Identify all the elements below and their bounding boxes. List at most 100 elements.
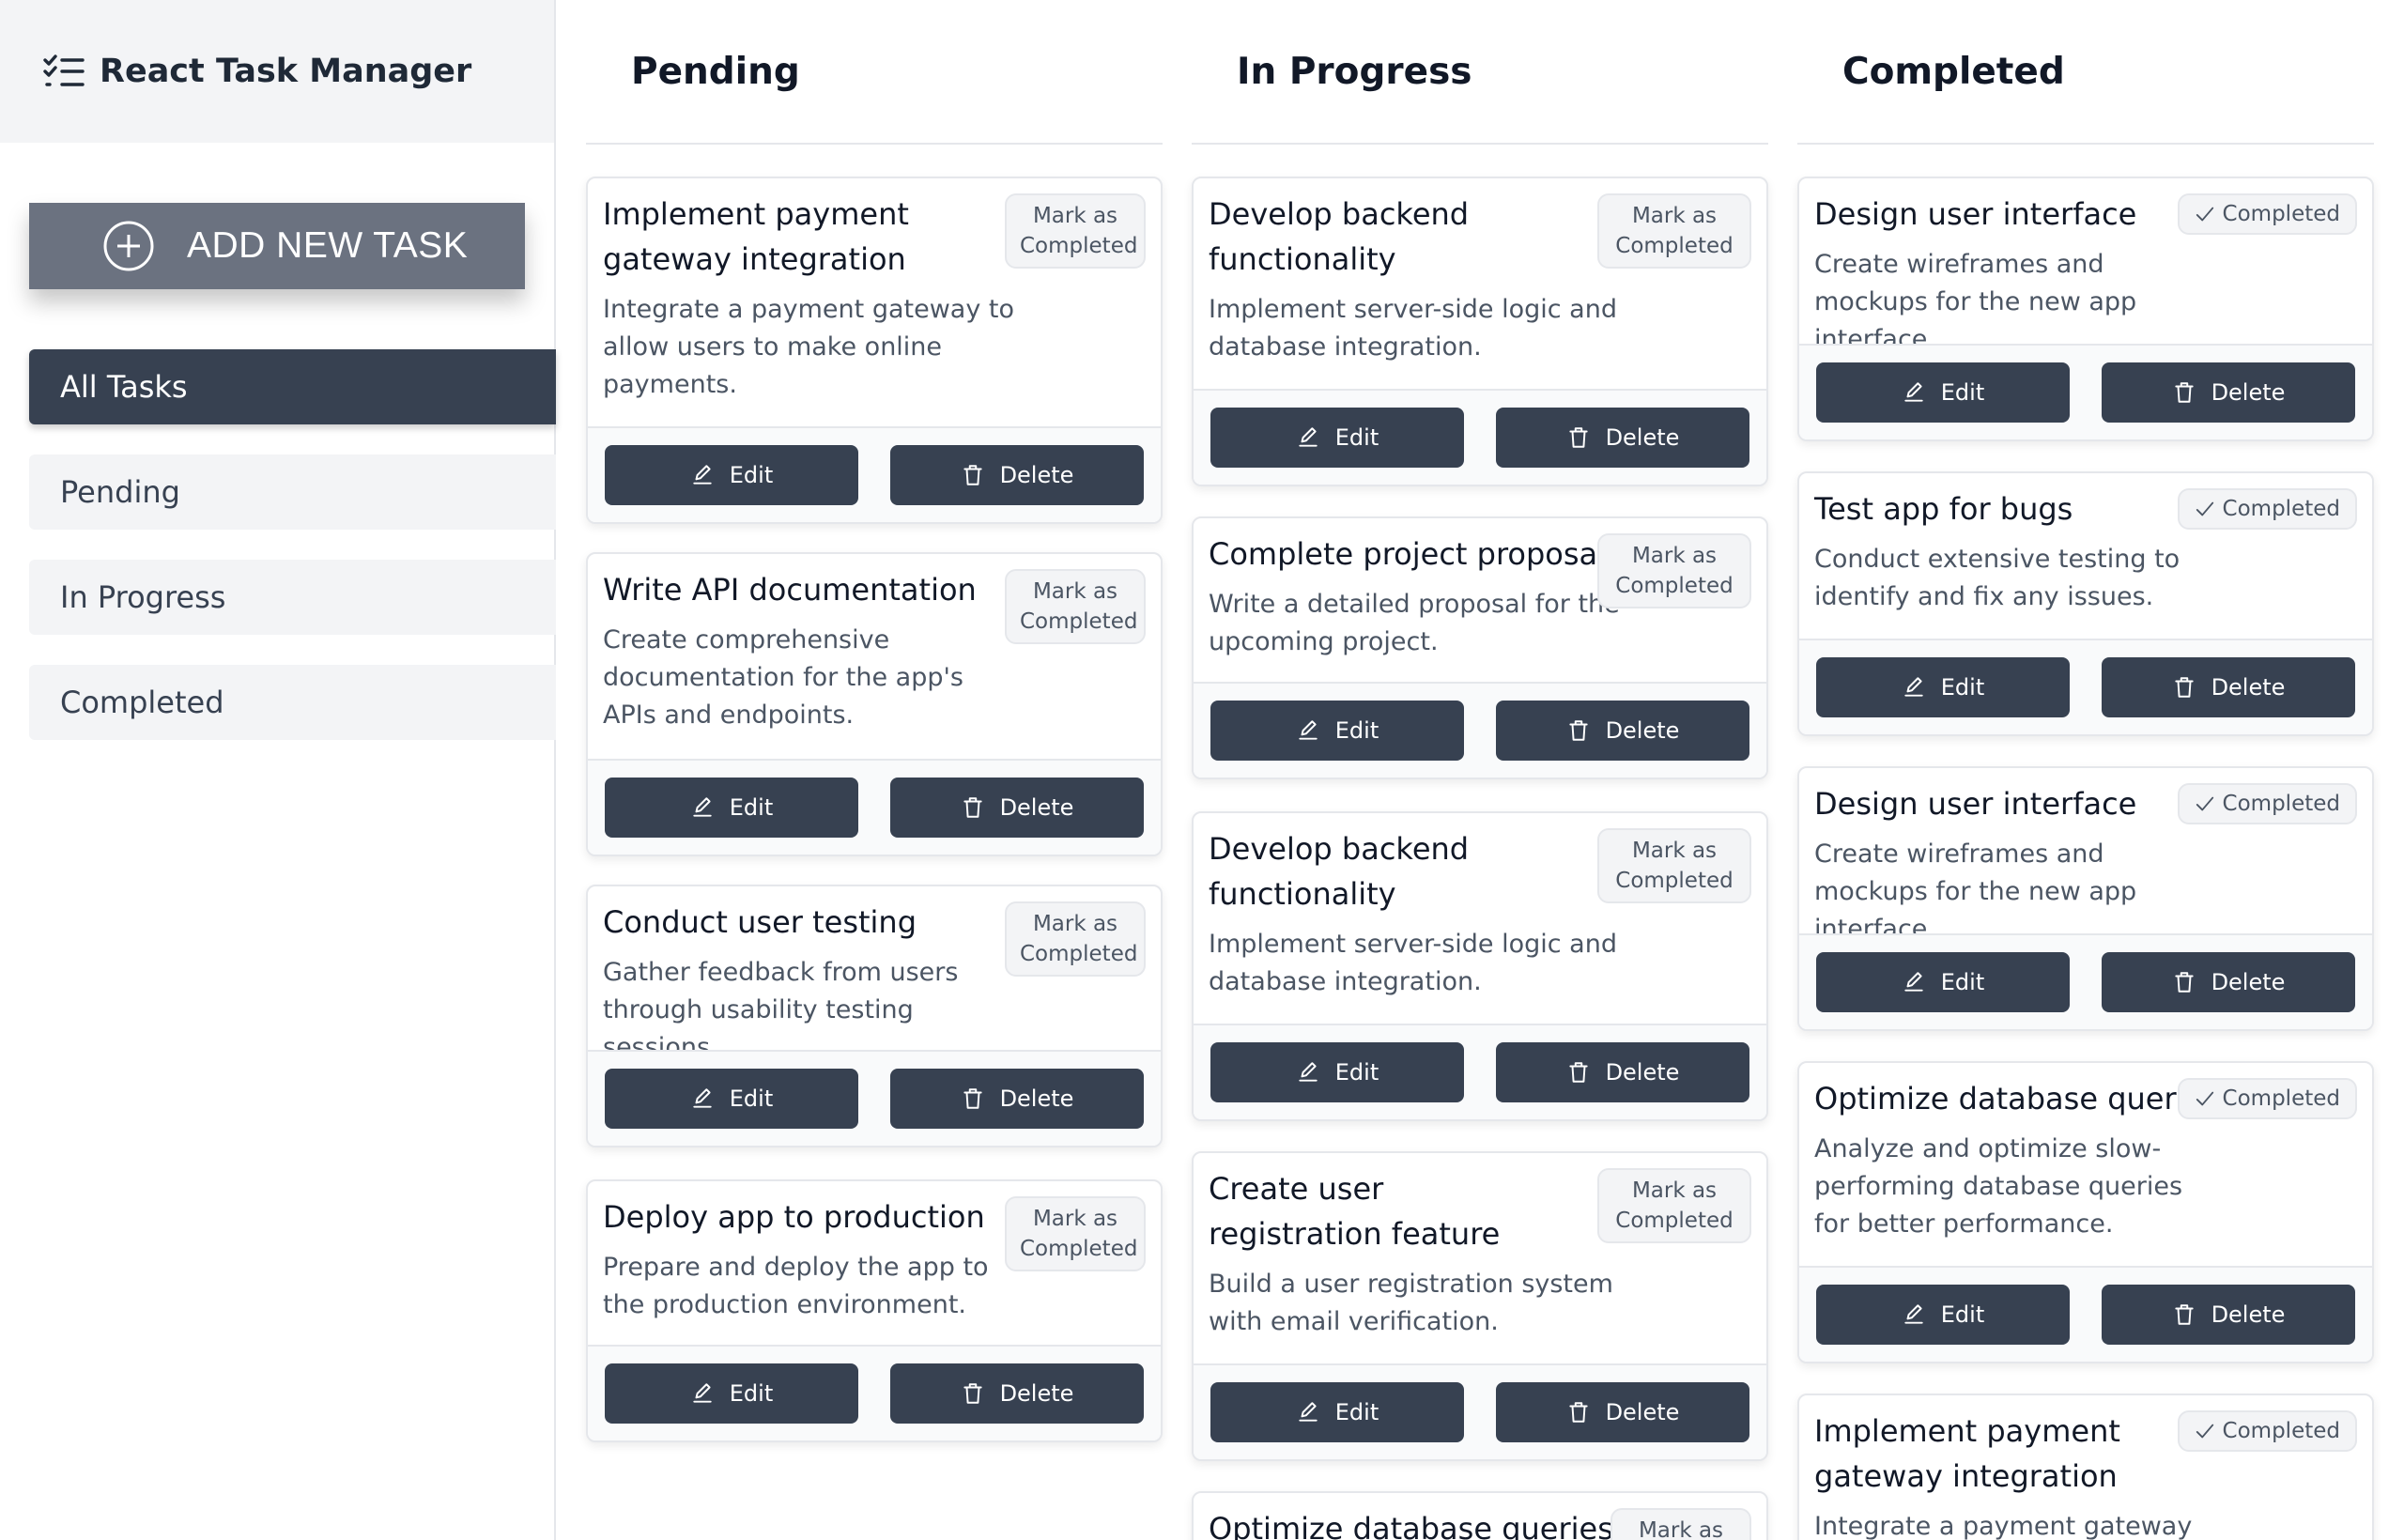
trash-icon: [2174, 382, 2194, 403]
delete-button[interactable]: Delete: [1496, 1382, 1749, 1442]
mark-completed-button[interactable]: Mark as Completed: [1005, 569, 1146, 644]
task-actions: Edit Delete: [1799, 1266, 2372, 1362]
pencil-icon: [1904, 677, 1923, 697]
task-description: Integrate a payment gateway to allow use…: [603, 295, 1014, 399]
task-title: Design user interface: [1814, 786, 2137, 822]
task-actions: Edit Delete: [1194, 1363, 1766, 1459]
column-header: Pending: [586, 0, 1163, 145]
trash-icon: [2174, 677, 2194, 698]
delete-button[interactable]: Delete: [1496, 408, 1749, 468]
edit-button[interactable]: Edit: [1816, 362, 2070, 423]
column-title: Completed: [1842, 50, 2065, 93]
check-icon: [2196, 501, 2213, 516]
nav-item-label: Completed: [60, 685, 224, 720]
pencil-icon: [693, 1383, 712, 1403]
task-title: Develop backend functionality: [1209, 196, 1470, 277]
edit-label: Edit: [1334, 1399, 1379, 1425]
task-title: Optimize database queries: [1209, 1511, 1613, 1540]
delete-button[interactable]: Delete: [2102, 362, 2355, 423]
edit-button[interactable]: Edit: [605, 778, 858, 838]
delete-button[interactable]: Delete: [2102, 952, 2355, 1012]
edit-button[interactable]: Edit: [1210, 701, 1464, 761]
task-actions: Edit Delete: [588, 759, 1161, 855]
delete-label: Delete: [999, 1380, 1074, 1407]
edit-button[interactable]: Edit: [1816, 1285, 2070, 1345]
mark-completed-button[interactable]: Mark as Completed: [1610, 1508, 1751, 1540]
delete-label: Delete: [1605, 1399, 1680, 1425]
delete-label: Delete: [1605, 424, 1680, 451]
task-actions: Edit Delete: [588, 1345, 1161, 1440]
delete-label: Delete: [999, 462, 1074, 488]
pencil-icon: [1299, 1062, 1318, 1082]
task-actions: Edit Delete: [588, 426, 1161, 522]
trash-icon: [1568, 427, 1588, 448]
task-description: Write a detailed proposal for the upcomi…: [1209, 590, 1620, 656]
task-title: Implement payment gateway integration: [603, 196, 909, 277]
mark-completed-button[interactable]: Mark as Completed: [1597, 533, 1751, 608]
completed-column: Completed Design user interface Create w…: [1797, 0, 2374, 1540]
plus-circle-icon: [103, 221, 154, 271]
edit-button[interactable]: Edit: [1210, 408, 1464, 468]
task-title: Deploy app to production: [603, 1199, 985, 1235]
edit-button[interactable]: Edit: [1210, 1382, 1464, 1442]
nav-item-completed[interactable]: Completed: [29, 665, 556, 740]
nav-item-all-tasks[interactable]: All Tasks: [29, 349, 556, 424]
in-progress-column: In Progress Develop backend functionalit…: [1192, 0, 1768, 1540]
edit-label: Edit: [1334, 1059, 1379, 1086]
delete-button[interactable]: Delete: [890, 1069, 1144, 1129]
pencil-icon: [1299, 427, 1318, 447]
completed-label: Completed: [2222, 1419, 2340, 1443]
task-description: Implement server-side logic and database…: [1209, 295, 1617, 362]
edit-button[interactable]: Edit: [605, 445, 858, 505]
edit-label: Edit: [729, 794, 774, 821]
mark-completed-button[interactable]: Mark as Completed: [1597, 193, 1751, 269]
edit-button[interactable]: Edit: [1816, 657, 2070, 717]
delete-label: Delete: [2211, 1301, 2286, 1328]
edit-button[interactable]: Edit: [1816, 952, 2070, 1012]
delete-button[interactable]: Delete: [890, 1363, 1144, 1424]
mark-completed-button[interactable]: Mark as Completed: [1005, 901, 1146, 977]
add-new-task-label: ADD NEW TASK: [187, 225, 469, 266]
mark-completed-button[interactable]: Mark as Completed: [1597, 1168, 1751, 1243]
completed-label: Completed: [2222, 792, 2340, 816]
mark-completed-button[interactable]: Mark as Completed: [1597, 828, 1751, 903]
delete-label: Delete: [999, 1086, 1074, 1112]
trash-icon: [1568, 720, 1588, 741]
task-card: Implement payment gateway integration In…: [1797, 1394, 2374, 1540]
task-actions: Edit Delete: [1799, 344, 2372, 439]
trash-icon: [2174, 1304, 2194, 1325]
task-card: Complete project proposal Write a detail…: [1192, 516, 1768, 779]
completed-label: Completed: [2222, 1086, 2340, 1111]
nav-item-in-progress[interactable]: In Progress: [29, 560, 556, 635]
edit-button[interactable]: Edit: [1210, 1042, 1464, 1102]
delete-label: Delete: [999, 794, 1074, 821]
mark-completed-button[interactable]: Mark as Completed: [1005, 1196, 1146, 1271]
brand-header: React Task Manager: [0, 0, 554, 143]
delete-label: Delete: [1605, 717, 1680, 744]
edit-label: Edit: [729, 1380, 774, 1407]
task-description: Prepare and deploy the app to the produc…: [603, 1253, 989, 1319]
nav-item-pending[interactable]: Pending: [29, 454, 556, 530]
delete-button[interactable]: Delete: [1496, 1042, 1749, 1102]
add-new-task-button[interactable]: ADD NEW TASK: [29, 203, 525, 289]
completed-badge: Completed: [2177, 1410, 2357, 1452]
edit-button[interactable]: Edit: [605, 1363, 858, 1424]
delete-button[interactable]: Delete: [890, 445, 1144, 505]
delete-button[interactable]: Delete: [2102, 1285, 2355, 1345]
column-title: In Progress: [1237, 50, 1472, 93]
delete-button[interactable]: Delete: [890, 778, 1144, 838]
trash-icon: [2174, 972, 2194, 993]
delete-button[interactable]: Delete: [2102, 657, 2355, 717]
nav-item-label: In Progress: [60, 579, 226, 615]
task-card: Create user registration feature Build a…: [1192, 1151, 1768, 1461]
task-actions: Edit Delete: [588, 1050, 1161, 1146]
delete-button[interactable]: Delete: [1496, 701, 1749, 761]
trash-icon: [963, 797, 982, 818]
delete-label: Delete: [2211, 674, 2286, 701]
task-list-icon: [43, 54, 85, 86]
column-header: Completed: [1797, 0, 2374, 145]
task-card: Optimize database queries Mark as Comple…: [1192, 1491, 1768, 1540]
edit-button[interactable]: Edit: [605, 1069, 858, 1129]
pending-column: Pending Implement payment gateway integr…: [586, 0, 1163, 1540]
mark-completed-button[interactable]: Mark as Completed: [1005, 193, 1146, 269]
